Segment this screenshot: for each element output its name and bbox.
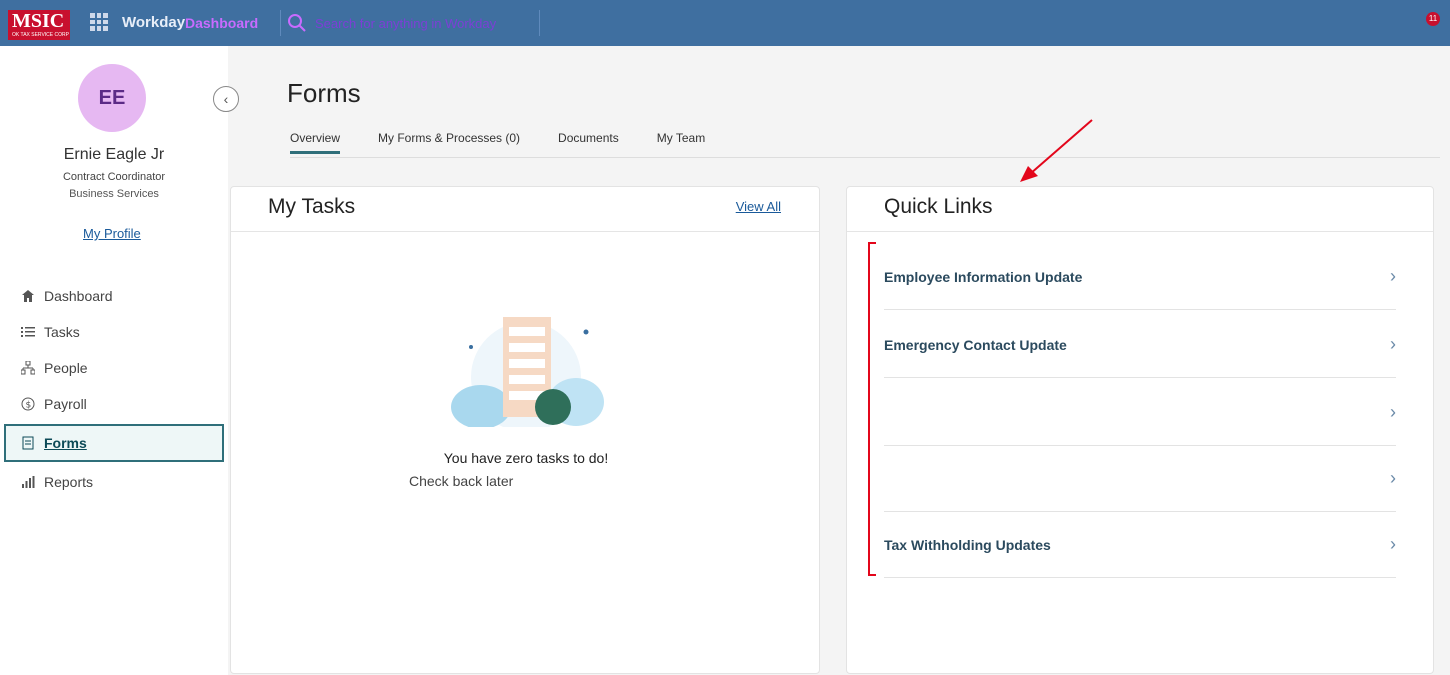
my-tasks-card: My Tasks View All You have zero tasks to… xyxy=(230,186,820,674)
notification-badge[interactable]: 11 xyxy=(1426,12,1440,26)
page-title: Forms xyxy=(287,78,361,108)
top-nav-dashboard[interactable]: Dashboard xyxy=(185,15,258,31)
user-name: Ernie Eagle Jr xyxy=(63,146,165,163)
view-all-link[interactable]: View All xyxy=(736,199,781,214)
search-icon xyxy=(288,14,306,32)
top-right-actions: 11 xyxy=(1426,12,1440,26)
quick-link-emergency-contact-update[interactable]: Emergency Contact Update › xyxy=(884,312,1396,378)
sidebar-item-label: Payroll xyxy=(44,396,87,412)
sidebar-item-label: Forms xyxy=(44,435,87,451)
annotation-bracket xyxy=(868,242,876,576)
svg-text:$: $ xyxy=(26,401,32,411)
chevron-right-icon: › xyxy=(1390,334,1396,354)
org-chart-icon xyxy=(20,360,36,376)
chevron-left-icon: ‹ xyxy=(223,91,229,107)
tasks-icon xyxy=(20,324,36,340)
sidebar-item-label: People xyxy=(44,360,88,376)
search-bar[interactable] xyxy=(280,10,540,36)
search-input[interactable] xyxy=(315,15,525,31)
chevron-right-icon: › xyxy=(1390,468,1396,488)
quick-link-item[interactable]: › xyxy=(884,446,1396,512)
avatar[interactable]: EE xyxy=(78,64,146,132)
sidebar-item-label: Tasks xyxy=(44,324,80,340)
sidebar-item-tasks[interactable]: Tasks xyxy=(0,314,228,350)
user-department: Business Services xyxy=(69,188,159,200)
card-divider xyxy=(847,231,1433,232)
quick-link-label: Tax Withholding Updates xyxy=(884,536,1051,553)
tab-overview[interactable]: Overview xyxy=(290,131,341,154)
user-title: Contract Coordinator xyxy=(62,171,166,183)
quick-link-tax-withholding-updates[interactable]: Tax Withholding Updates › xyxy=(884,512,1396,578)
empty-tasks-subtitle: Check back later xyxy=(409,473,514,489)
tab-my-forms-processes[interactable]: My Forms & Processes (0) xyxy=(378,131,520,154)
sidebar-item-label: Reports xyxy=(44,474,94,490)
tab-my-team[interactable]: My Team xyxy=(657,131,705,154)
quick-links-card: Quick Links Employee Information Update … xyxy=(846,186,1434,674)
tabs-divider xyxy=(290,157,1440,158)
quick-links-title: Quick Links xyxy=(884,195,993,218)
app-label[interactable]: Workday xyxy=(122,14,185,31)
quick-link-item[interactable]: › xyxy=(884,380,1396,446)
card-divider xyxy=(231,231,819,232)
logo-text: MSIC xyxy=(12,10,65,32)
my-tasks-title: My Tasks xyxy=(268,195,356,218)
quick-link-label: Emergency Contact Update xyxy=(884,336,1067,353)
sidebar-item-reports[interactable]: Reports xyxy=(0,464,228,500)
chevron-right-icon: › xyxy=(1390,266,1396,286)
empty-tasks-illustration-icon xyxy=(451,317,604,427)
apps-grid-icon[interactable] xyxy=(90,13,108,31)
sidebar-item-people[interactable]: People xyxy=(0,350,228,386)
annotation-arrow-icon xyxy=(1020,119,1093,182)
company-logo[interactable]: MSIC OK TAX SERVICE CORP xyxy=(8,10,70,40)
quick-link-label: Employee Information Update xyxy=(884,268,1083,285)
chart-icon xyxy=(20,474,36,490)
empty-tasks-title: You have zero tasks to do! xyxy=(443,450,609,466)
chevron-right-icon: › xyxy=(1390,534,1396,554)
logo-subtext: OK TAX SERVICE CORP xyxy=(12,32,69,38)
sidebar-item-dashboard[interactable]: Dashboard xyxy=(0,278,228,314)
my-profile-link[interactable]: My Profile xyxy=(83,226,141,241)
tab-bar: Overview My Forms & Processes (0) Docume… xyxy=(290,131,705,154)
top-bar: MSIC OK TAX SERVICE CORP Workday Dashboa… xyxy=(0,0,1450,46)
sidebar-item-forms[interactable]: Forms xyxy=(4,424,224,462)
money-icon: $ xyxy=(20,396,36,412)
forms-icon xyxy=(20,435,36,451)
home-icon xyxy=(20,288,36,304)
sidebar: EE Ernie Eagle Jr Contract Coordinator B… xyxy=(0,46,228,675)
sidebar-item-label: Dashboard xyxy=(44,288,113,304)
chevron-right-icon: › xyxy=(1390,402,1396,422)
collapse-sidebar-button[interactable]: ‹ xyxy=(213,86,239,112)
sidebar-item-payroll[interactable]: $ Payroll xyxy=(0,386,228,422)
tab-documents[interactable]: Documents xyxy=(558,131,619,154)
sidebar-nav: Dashboard Tasks People $ Payroll Forms R… xyxy=(0,278,228,500)
quick-link-employee-information-update[interactable]: Employee Information Update › xyxy=(884,244,1396,310)
